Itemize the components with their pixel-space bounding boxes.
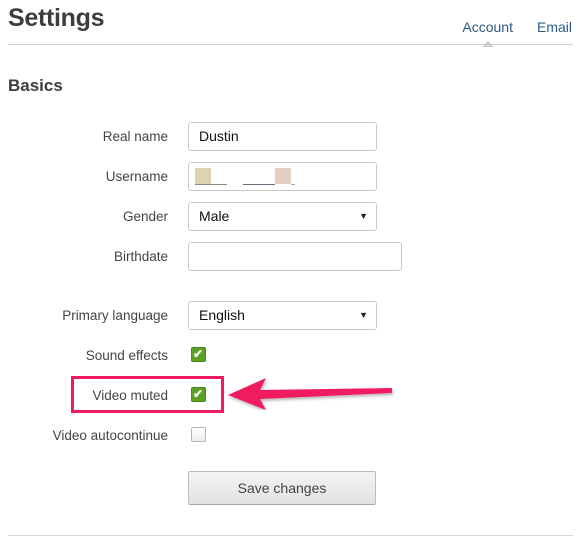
primary-language-select[interactable]: English ▼ <box>188 301 377 330</box>
birthdate-input[interactable] <box>188 242 402 271</box>
birthdate-label: Birthdate <box>113 249 168 264</box>
save-changes-button[interactable]: Save changes <box>188 471 376 505</box>
real-name-row: Real name Dustin <box>0 122 587 152</box>
video-autocontinue-label: Video autocontinue <box>52 428 168 443</box>
header-divider <box>8 44 573 45</box>
username-label: Username <box>105 169 168 184</box>
footer-divider <box>8 535 573 536</box>
annotation-arrow-icon <box>228 378 392 410</box>
tab-email[interactable]: Email <box>537 19 572 35</box>
username-row: Username <box>0 162 587 192</box>
primary-language-selected-value: English <box>199 307 245 323</box>
gender-selected-value: Male <box>199 208 230 224</box>
video-autocontinue-row: Video autocontinue <box>0 421 587 451</box>
annotation-highlight-box <box>71 376 224 413</box>
page-title: Settings <box>8 4 105 32</box>
section-title-basics: Basics <box>8 76 63 95</box>
primary-language-row: Primary language English ▼ <box>0 301 587 331</box>
real-name-input[interactable]: Dustin <box>188 122 377 151</box>
birthdate-row: Birthdate <box>0 242 587 272</box>
dropdown-caret-icon: ▼ <box>359 211 368 221</box>
checkmark-icon: ✔ <box>193 347 204 361</box>
gender-row: Gender Male ▼ <box>0 202 587 232</box>
settings-tabs: Account Email <box>462 19 572 47</box>
primary-language-label: Primary language <box>62 308 168 323</box>
sound-effects-checkbox[interactable]: ✔ <box>191 347 206 362</box>
dropdown-caret-icon: ▼ <box>359 310 368 320</box>
tab-account[interactable]: Account <box>462 19 513 47</box>
redacted-username <box>195 168 295 186</box>
sound-effects-row: Sound effects ✔ <box>0 341 587 371</box>
gender-label: Gender <box>122 209 168 224</box>
sound-effects-label: Sound effects <box>85 348 168 363</box>
gender-select[interactable]: Male ▼ <box>188 202 377 231</box>
real-name-label: Real name <box>102 129 168 144</box>
username-input[interactable] <box>188 162 377 191</box>
video-autocontinue-checkbox[interactable] <box>191 427 206 442</box>
